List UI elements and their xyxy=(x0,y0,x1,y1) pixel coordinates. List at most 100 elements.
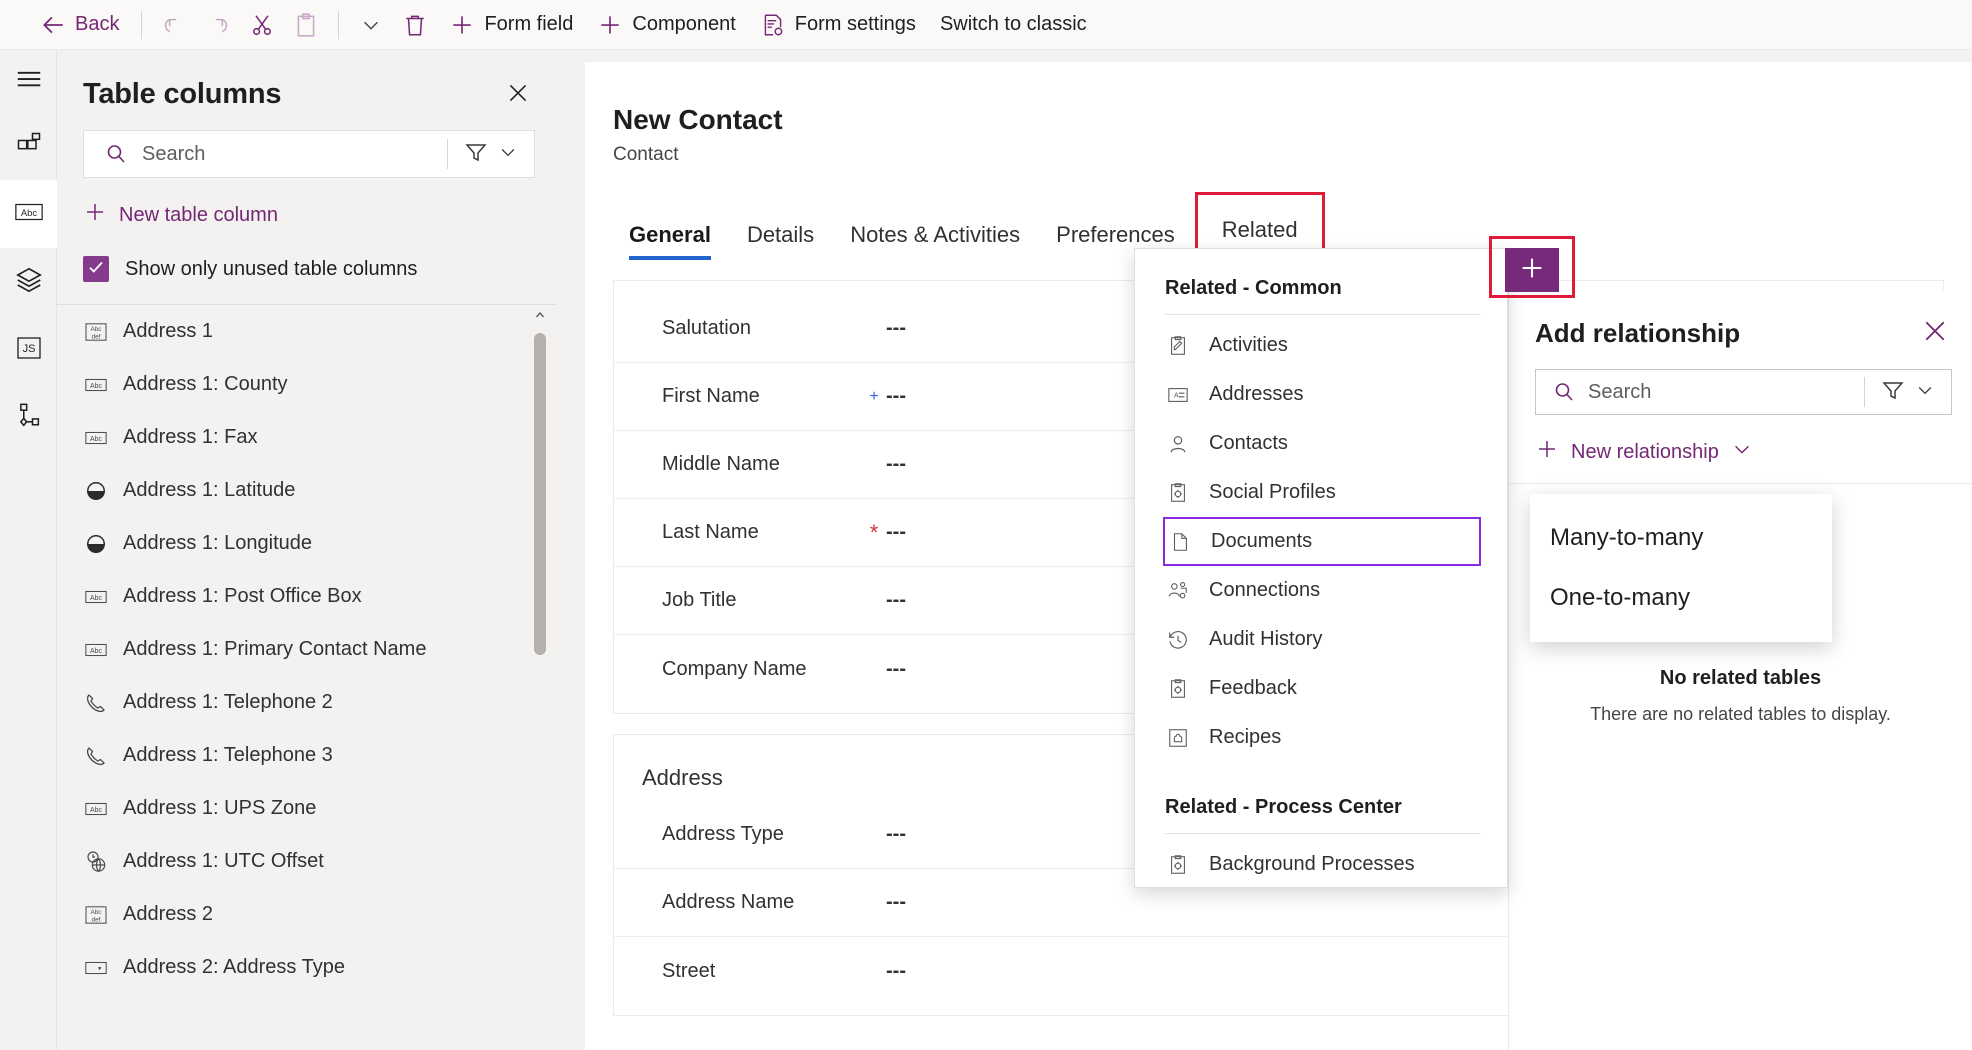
list-item[interactable]: Abc def Address 1 xyxy=(57,305,557,358)
menu-item-addresses[interactable]: A Addresses xyxy=(1135,370,1507,419)
clipboard-gear-icon xyxy=(1165,678,1191,700)
form-field-label: Form field xyxy=(484,13,574,35)
chevron-down-icon xyxy=(1915,380,1935,405)
back-button[interactable]: Back xyxy=(28,6,131,44)
svg-text:JS: JS xyxy=(22,343,35,355)
phone-icon xyxy=(83,744,109,768)
tab-label: General xyxy=(629,222,711,247)
tab-details[interactable]: Details xyxy=(729,212,832,260)
page-title: New Contact xyxy=(613,104,783,135)
show-unused-checkbox[interactable] xyxy=(83,256,109,282)
menu-item-many-to-many[interactable]: Many-to-many xyxy=(1530,508,1832,568)
back-label: Back xyxy=(75,13,120,35)
close-panel-button[interactable] xyxy=(501,78,535,112)
menu-item-social-profiles[interactable]: Social Profiles xyxy=(1135,468,1507,517)
form-settings-button[interactable]: Form settings xyxy=(748,6,928,44)
tree-view-icon xyxy=(15,402,43,435)
list-item[interactable]: Abc Address 1: Post Office Box xyxy=(57,570,557,623)
list-item-label: Address 1: UTC Offset xyxy=(123,850,324,872)
text-icon: Abc xyxy=(83,377,109,393)
tab-general[interactable]: General xyxy=(611,212,729,260)
svg-text:Abc: Abc xyxy=(91,909,103,916)
columns-search-box[interactable] xyxy=(83,130,535,178)
menu-item-background-processes[interactable]: Background Processes xyxy=(1135,840,1507,889)
field-value: --- xyxy=(886,589,906,611)
left-icon-rail: Abc JS xyxy=(0,50,57,1050)
search-icon xyxy=(1552,380,1576,404)
related-dropdown-menu: Related - Common Activities A Addresses xyxy=(1134,248,1508,888)
rail-item-tree-view[interactable] xyxy=(0,384,57,452)
close-add-relationship-button[interactable] xyxy=(1920,316,1950,351)
overflow-button[interactable] xyxy=(349,6,393,44)
filter-icon xyxy=(464,140,488,169)
tab-notes-activities[interactable]: Notes & Activities xyxy=(832,212,1038,260)
new-relationship-button[interactable]: New relationship xyxy=(1535,437,1972,467)
list-item[interactable]: Abc Address 1: UPS Zone xyxy=(57,782,557,835)
chevron-down-icon xyxy=(1731,438,1753,466)
utc-offset-icon xyxy=(83,850,109,874)
menu-item-audit-history[interactable]: Audit History xyxy=(1135,615,1507,664)
new-table-column-button[interactable]: New table column xyxy=(83,200,557,230)
list-item[interactable]: Address 2: Address Type xyxy=(57,941,557,994)
list-item[interactable]: Address 1: Telephone 3 xyxy=(57,729,557,782)
list-item[interactable]: Address 1: Telephone 2 xyxy=(57,676,557,729)
list-item[interactable]: Abc Address 1: County xyxy=(57,358,557,411)
menu-item-documents[interactable]: Documents xyxy=(1163,517,1481,566)
show-unused-checkbox-row[interactable]: Show only unused table columns xyxy=(83,256,557,282)
rail-item-javascript[interactable]: JS xyxy=(0,316,57,384)
rail-item-hamburger[interactable] xyxy=(0,50,57,112)
field-label: Salutation xyxy=(662,317,751,339)
svg-text:Abc: Abc xyxy=(90,383,102,390)
list-item-label: Address 1: Fax xyxy=(123,426,258,448)
rail-item-table-columns[interactable]: Abc xyxy=(0,180,57,248)
add-relationship-header: Add relationship xyxy=(1509,290,1972,351)
relationship-search-box[interactable] xyxy=(1535,369,1952,415)
cut-button[interactable] xyxy=(240,6,284,44)
relationship-search-input[interactable] xyxy=(1576,379,1864,405)
list-item[interactable]: Address 1: Latitude xyxy=(57,464,557,517)
filter-button[interactable] xyxy=(448,140,534,169)
list-item[interactable]: Address 1: Longitude xyxy=(57,517,557,570)
table-columns-list[interactable]: Abc def Address 1 Abc Address 1: County xyxy=(57,305,557,1005)
field-value: --- xyxy=(886,385,906,407)
paste-button[interactable] xyxy=(284,6,328,44)
show-unused-label: Show only unused table columns xyxy=(125,257,418,280)
rail-item-layers[interactable] xyxy=(0,248,57,316)
group-divider xyxy=(1165,314,1481,315)
rail-item-components[interactable] xyxy=(0,112,57,180)
relationship-filter-button[interactable] xyxy=(1865,378,1951,407)
undo-icon xyxy=(161,12,187,38)
connections-icon xyxy=(1165,580,1191,602)
component-label: Component xyxy=(632,13,736,35)
list-item[interactable]: Address 1: UTC Offset xyxy=(57,835,557,888)
menu-item-recipes[interactable]: Recipes xyxy=(1135,713,1507,762)
columns-scrollbar[interactable] xyxy=(533,305,547,1005)
redo-button[interactable] xyxy=(196,6,240,44)
add-relationship-plus-button[interactable] xyxy=(1505,248,1559,292)
form-field-button[interactable]: Form field xyxy=(437,6,585,44)
menu-item-connections[interactable]: Connections xyxy=(1135,566,1507,615)
menu-item-label: Activities xyxy=(1209,334,1288,356)
components-icon xyxy=(15,130,43,163)
form-settings-icon xyxy=(760,12,786,38)
menu-item-one-to-many[interactable]: One-to-many xyxy=(1530,568,1832,628)
list-item[interactable]: Abc def Address 2 xyxy=(57,888,557,941)
list-item[interactable]: Abc Address 1: Primary Contact Name xyxy=(57,623,557,676)
component-button[interactable]: Component xyxy=(585,6,747,44)
list-item-label: Address 2 xyxy=(123,903,214,925)
list-item[interactable]: Abc Address 1: Fax xyxy=(57,411,557,464)
switch-to-classic-button[interactable]: Switch to classic xyxy=(928,6,1099,44)
form-settings-label: Form settings xyxy=(794,13,916,35)
contact-icon xyxy=(1165,433,1191,455)
undo-button[interactable] xyxy=(152,6,196,44)
menu-item-label: Documents xyxy=(1211,530,1313,552)
scrollbar-thumb[interactable] xyxy=(534,333,546,655)
chevron-down-icon xyxy=(498,142,518,167)
field-value: --- xyxy=(886,823,906,845)
search-input[interactable] xyxy=(128,141,447,167)
menu-item-activities[interactable]: Activities xyxy=(1135,321,1507,370)
scroll-up-arrow-icon[interactable] xyxy=(533,307,547,323)
delete-button[interactable] xyxy=(393,6,437,44)
menu-item-feedback[interactable]: Feedback xyxy=(1135,664,1507,713)
menu-item-contacts[interactable]: Contacts xyxy=(1135,419,1507,468)
